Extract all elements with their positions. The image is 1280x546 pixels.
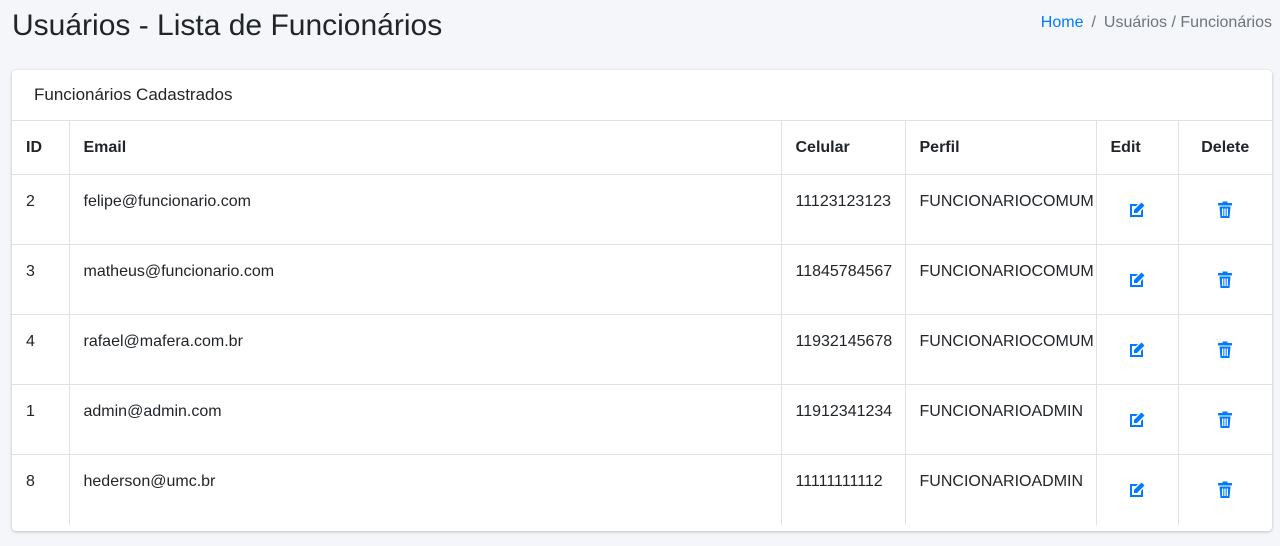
breadcrumb-home-link[interactable]: Home: [1041, 12, 1084, 34]
cell-id: 1: [12, 384, 70, 455]
cell-id: 8: [12, 454, 70, 525]
cell-email: hederson@umc.br: [69, 454, 782, 525]
trash-icon[interactable]: [1215, 410, 1235, 430]
table-row: 2 felipe@funcionario.com 11123123123 FUNCIO…: [12, 174, 1272, 245]
employees-card: Funcionários Cadastrados ID Email Celula…: [12, 70, 1272, 531]
cell-perfil: FUNCIONARIOCOMUM: [905, 314, 1097, 385]
card-title: Funcionários Cadastrados: [12, 70, 1272, 121]
cell-edit: [1096, 174, 1179, 245]
cell-email: admin@admin.com: [69, 384, 782, 455]
cell-celular: 11123123123: [781, 174, 906, 245]
trash-icon[interactable]: [1215, 270, 1235, 290]
breadcrumb-current: Usuários / Funcionários: [1103, 14, 1272, 31]
page-title: Usuários - Lista de Funcionários: [12, 9, 443, 42]
cell-celular: 11845784567: [781, 244, 906, 315]
cell-edit: [1096, 244, 1179, 315]
trash-icon[interactable]: [1215, 480, 1235, 500]
column-header-delete: Delete: [1178, 121, 1272, 175]
column-header-celular: Celular: [781, 121, 906, 175]
edit-icon[interactable]: [1127, 270, 1147, 290]
cell-perfil: FUNCIONARIOADMIN: [905, 454, 1097, 525]
cell-perfil: FUNCIONARIOADMIN: [905, 384, 1097, 455]
cell-id: 3: [12, 244, 70, 315]
cell-celular: 11932145678: [781, 314, 906, 385]
cell-edit: [1096, 454, 1179, 525]
cell-email: felipe@funcionario.com: [69, 174, 782, 245]
cell-perfil: FUNCIONARIOCOMUM: [905, 174, 1097, 245]
cell-delete: [1178, 244, 1272, 315]
cell-perfil: FUNCIONARIOCOMUM: [905, 244, 1097, 315]
table-row: 3 matheus@funcionario.com 11845784567 FUNCI…: [12, 244, 1272, 315]
trash-icon[interactable]: [1215, 340, 1235, 360]
table-row: 4 rafael@mafera.com.br 11932145678 FUNCIONA…: [12, 314, 1272, 385]
cell-delete: [1178, 174, 1272, 245]
table-row: 8 hederson@umc.br 11111111112 FUNCIONARIOAD…: [12, 454, 1272, 525]
edit-icon[interactable]: [1127, 340, 1147, 360]
table-row: 1 admin@admin.com 11912341234 FUNCIONARIOAD…: [12, 384, 1272, 455]
column-header-edit: Edit: [1096, 121, 1179, 175]
cell-delete: [1178, 455, 1272, 525]
column-header-id: ID: [12, 121, 70, 175]
trash-icon[interactable]: [1215, 200, 1235, 220]
employees-table: ID Email Celular Perfil Edit Delete 2 fel…: [12, 121, 1272, 525]
cell-edit: [1096, 384, 1179, 455]
cell-celular: 11912341234: [781, 384, 906, 455]
cell-delete: [1178, 384, 1272, 455]
edit-icon[interactable]: [1127, 480, 1147, 500]
table-header-row: ID Email Celular Perfil Edit Delete: [12, 121, 1272, 175]
cell-celular: 11111111112: [781, 454, 906, 525]
cell-edit: [1096, 314, 1179, 385]
edit-icon[interactable]: [1127, 410, 1147, 430]
edit-icon[interactable]: [1127, 200, 1147, 220]
cell-id: 4: [12, 314, 70, 385]
page-header: Usuários - Lista de Funcionários Home / …: [0, 0, 1280, 60]
cell-id: 2: [12, 174, 70, 245]
breadcrumb-separator: /: [1091, 14, 1096, 31]
cell-email: matheus@funcionario.com: [69, 244, 782, 315]
breadcrumb: Home / Usuários / Funcionários: [1041, 12, 1272, 34]
column-header-perfil: Perfil: [905, 121, 1097, 175]
cell-delete: [1178, 314, 1272, 385]
column-header-email: Email: [69, 121, 782, 175]
cell-email: rafael@mafera.com.br: [69, 314, 782, 385]
